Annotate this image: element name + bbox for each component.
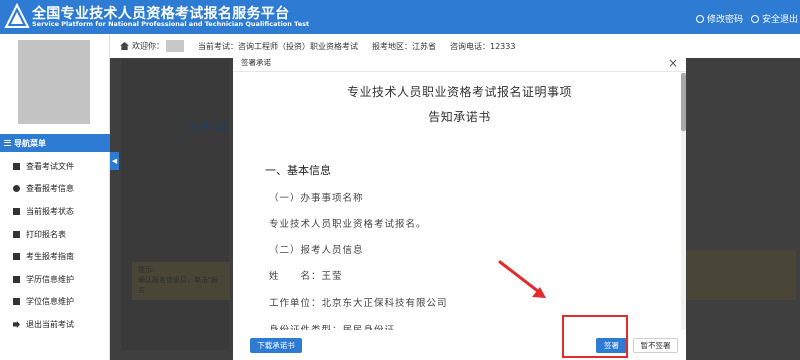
subsection-heading: （二）报考人员信息 xyxy=(269,245,364,256)
modal-titlebar: 签署承诺 × xyxy=(233,54,686,72)
skip-sign-button[interactable]: 暂不签署 xyxy=(633,338,678,353)
region: 报考地区：江苏省 xyxy=(372,41,436,51)
sidebar-collapse-button[interactable]: ◀ xyxy=(110,152,119,170)
applicant-company: 工作单位：北京东大正保科技有限公司 xyxy=(269,298,448,309)
logout-link[interactable]: 安全退出 xyxy=(750,12,798,25)
sidebar-item-registration-info[interactable]: 查看报考信息 xyxy=(0,178,110,201)
applicant-name: 姓 名：王莹 xyxy=(269,271,343,282)
tip-box: 提示: 确认报名信息后，单击"报名 xyxy=(132,262,230,300)
uploaded-status-text: 已上传（点 xyxy=(186,123,226,132)
info-icon xyxy=(13,185,20,193)
education-icon xyxy=(13,275,20,283)
site-subtitle: Service Platform for National Profession… xyxy=(32,20,310,28)
guide-icon xyxy=(13,253,20,261)
nav-list: 查看考试文件 查看报考信息 当前报考状态 打印报名表 考生报考指南 学历信息维护… xyxy=(0,155,110,336)
change-password-link[interactable]: 修改密码 xyxy=(695,12,743,25)
tip-box-right xyxy=(686,250,796,300)
applicant-id-type: 身份证件类型：居民身份证 xyxy=(269,322,395,330)
modal-title: 签署承诺 xyxy=(241,58,271,67)
header-links: 修改密码 安全退出 xyxy=(695,12,798,25)
list-icon xyxy=(13,207,20,215)
sidebar-item-exit-exam[interactable]: 退出当前考试 xyxy=(0,313,110,336)
menu-icon xyxy=(4,140,11,146)
logout-icon xyxy=(750,14,759,23)
modal-scrollbar[interactable] xyxy=(681,73,686,330)
print-icon xyxy=(13,230,20,238)
section-heading: 一、基本信息 xyxy=(265,164,331,177)
sidebar-item-guide[interactable]: 考生报考指南 xyxy=(0,245,110,268)
platform-logo-icon xyxy=(4,3,30,28)
document-subtitle: 告知承诺书 xyxy=(428,110,491,124)
close-icon[interactable]: × xyxy=(668,56,678,70)
avatar xyxy=(18,40,90,124)
degree-icon xyxy=(13,298,20,306)
sidebar-item-degree-info[interactable]: 学位信息维护 xyxy=(0,291,110,314)
download-commitment-button[interactable]: 下载承诺书 xyxy=(250,338,302,353)
exit-icon xyxy=(13,320,20,328)
sidebar: 导航菜单 查看考试文件 查看报考信息 当前报考状态 打印报名表 考生报考指南 学… xyxy=(0,34,110,360)
support-phone: 咨询电话：12333 xyxy=(450,41,516,51)
background-panel xyxy=(121,60,229,350)
scrollbar-thumb[interactable] xyxy=(681,73,686,131)
modal-document[interactable]: 专业技术人员职业资格考试报名证明事项 告知承诺书 一、基本信息 （一）办事事项名… xyxy=(233,73,686,330)
sidebar-item-registration-status[interactable]: 当前报考状态 xyxy=(0,200,110,223)
document-icon xyxy=(13,162,20,170)
home-icon xyxy=(120,42,129,50)
top-header: 全国专业技术人员资格考试报名服务平台 Service Platform for … xyxy=(0,0,800,34)
subsection-heading: （一）办事事项名称 xyxy=(269,193,364,204)
document-title: 专业技术人员职业资格考试报名证明事项 xyxy=(346,85,572,99)
item-name: 专业技术人员职业资格考试报名。 xyxy=(269,219,427,230)
welcome-text: 欢迎你： xyxy=(120,40,184,52)
current-exam: 当前考试：咨询工程师（投资）职业资格考试 xyxy=(198,41,358,51)
nav-menu-header: 导航菜单 xyxy=(0,134,110,152)
sidebar-item-exam-files[interactable]: 查看考试文件 xyxy=(0,155,110,178)
user-name-redacted xyxy=(166,40,184,52)
annotation-highlight-box xyxy=(562,315,628,358)
password-icon xyxy=(695,14,704,23)
sidebar-item-print-form[interactable]: 打印报名表 xyxy=(0,223,110,246)
sidebar-item-education-info[interactable]: 学历信息维护 xyxy=(0,268,110,291)
